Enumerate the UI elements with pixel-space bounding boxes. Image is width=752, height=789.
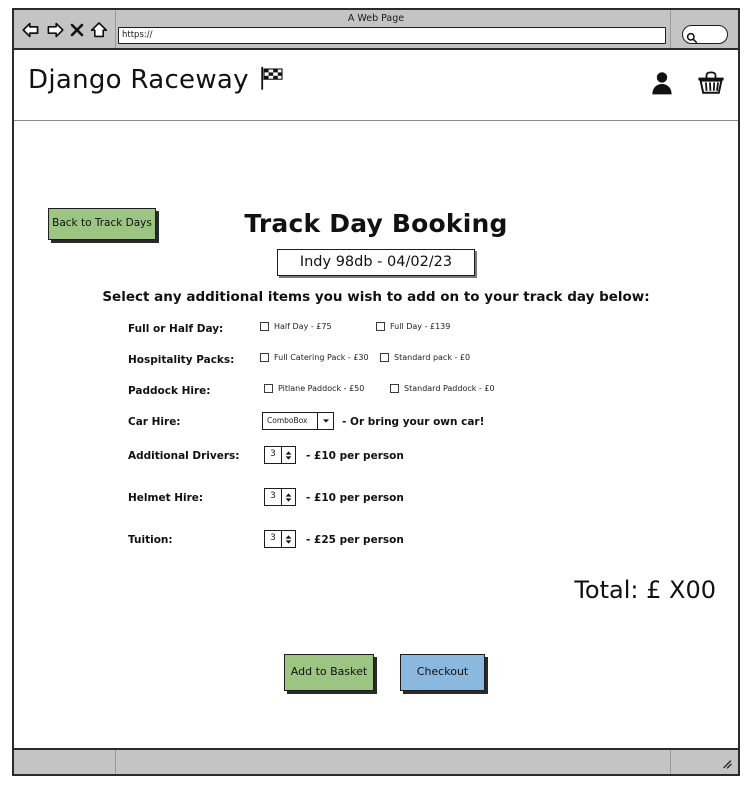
checkbox-standard-pack[interactable]: Standard pack - £0 — [380, 353, 470, 362]
checkbox-label: Standard pack - £0 — [394, 353, 471, 362]
stepper-value: 3 — [270, 491, 276, 501]
checkbox-standard-paddock[interactable]: Standard Paddock - £0 — [390, 384, 495, 393]
event-name-badge: Indy 98db - 04/02/23 — [277, 249, 475, 276]
stepper-arrows-icon[interactable] — [281, 531, 295, 547]
option-label: Tuition: — [128, 534, 173, 546]
checkout-button[interactable]: Checkout — [400, 654, 485, 691]
checkbox-label: Full Day - £139 — [390, 322, 451, 331]
checkbox-box — [376, 322, 385, 331]
option-label: Helmet Hire: — [128, 492, 204, 504]
header-actions — [650, 69, 726, 97]
url-input[interactable]: https:// — [118, 27, 666, 44]
option-row-helmet-hire: Helmet Hire: 3 - £10 per person — [14, 488, 738, 524]
page-viewport: Django Raceway Back to Track Days Track … — [14, 50, 738, 748]
option-label: Full or Half Day: — [128, 323, 224, 335]
additional-drivers-note: - £10 per person — [306, 450, 404, 462]
option-row-hospitality-packs: Hospitality Packs: Full Catering Pack - … — [14, 352, 738, 375]
checkbox-box — [260, 322, 269, 331]
brand-name: Django Raceway — [28, 65, 249, 95]
checkbox-box — [264, 384, 273, 393]
checkbox-pitlane-paddock[interactable]: Pitlane Paddock - £50 — [264, 384, 364, 393]
basket-icon[interactable] — [696, 69, 726, 97]
checkbox-label: Standard Paddock - £0 — [404, 384, 495, 393]
checkbox-box — [380, 353, 389, 362]
option-label: Hospitality Packs: — [128, 354, 235, 366]
option-label: Additional Drivers: — [128, 450, 240, 462]
option-row-additional-drivers: Additional Drivers: 3 - £10 per person — [14, 446, 738, 482]
page-title: Track Day Booking — [244, 209, 508, 238]
stepper-value: 3 — [270, 449, 276, 459]
tuition-stepper[interactable]: 3 — [264, 530, 296, 548]
browser-window: A Web Page https:// Django Raceway Back … — [12, 8, 740, 776]
checkbox-label: Pitlane Paddock - £50 — [278, 384, 365, 393]
order-total: Total: £ X00 — [574, 576, 716, 604]
option-row-car-hire: Car Hire: ComboBox - Or bring your own c… — [14, 412, 738, 440]
browser-search-box[interactable] — [682, 25, 728, 44]
combobox-value: ComboBox — [267, 416, 308, 425]
helmet-hire-note: - £10 per person — [306, 492, 404, 504]
checkbox-box — [260, 353, 269, 362]
tuition-note: - £25 per person — [306, 534, 404, 546]
brand-logo[interactable]: Django Raceway — [28, 64, 286, 96]
helmet-hire-stepper[interactable]: 3 — [264, 488, 296, 506]
resize-grip-icon[interactable] — [721, 758, 733, 770]
stepper-arrows-icon[interactable] — [281, 447, 295, 463]
option-label: Paddock Hire: — [128, 385, 211, 397]
stepper-value: 3 — [270, 533, 276, 543]
site-header: Django Raceway — [14, 50, 738, 121]
checkbox-box — [390, 384, 399, 393]
browser-status-bar — [14, 748, 738, 774]
option-label: Car Hire: — [128, 416, 181, 428]
checkered-flag-icon — [258, 64, 286, 96]
checkbox-label: Half Day - £75 — [274, 322, 332, 331]
option-row-paddock-hire: Paddock Hire: Pitlane Paddock - £50 Stan… — [14, 383, 738, 406]
checkbox-label: Full Catering Pack - £30 — [274, 353, 369, 362]
browser-page-title: A Web Page — [347, 13, 405, 24]
car-hire-note: - Or bring your own car! — [342, 416, 485, 428]
checkbox-full-catering-pack[interactable]: Full Catering Pack - £30 — [260, 353, 369, 362]
options-list: Full or Half Day: Half Day - £75 Full Da… — [14, 321, 738, 574]
checkbox-half-day[interactable]: Half Day - £75 — [260, 322, 332, 331]
chevron-down-icon — [317, 413, 333, 429]
add-to-basket-button[interactable]: Add to Basket — [284, 654, 374, 691]
status-left-cell — [14, 750, 116, 774]
wireframe-root: A Web Page https:// Django Raceway Back … — [0, 0, 752, 789]
option-row-tuition: Tuition: 3 - £25 per person — [14, 530, 738, 566]
close-x-icon[interactable] — [70, 22, 84, 38]
page-subtitle: Select any additional items you wish to … — [102, 289, 650, 305]
stepper-arrows-icon[interactable] — [281, 489, 295, 505]
checkbox-full-day[interactable]: Full Day - £139 — [376, 322, 450, 331]
user-icon[interactable] — [650, 70, 674, 96]
car-hire-combobox[interactable]: ComboBox — [262, 412, 334, 430]
search-icon — [686, 29, 698, 48]
additional-drivers-stepper[interactable]: 3 — [264, 446, 296, 464]
browser-chrome-bar: A Web Page https:// — [14, 10, 738, 50]
option-row-full-half-day: Full or Half Day: Half Day - £75 Full Da… — [14, 321, 738, 344]
